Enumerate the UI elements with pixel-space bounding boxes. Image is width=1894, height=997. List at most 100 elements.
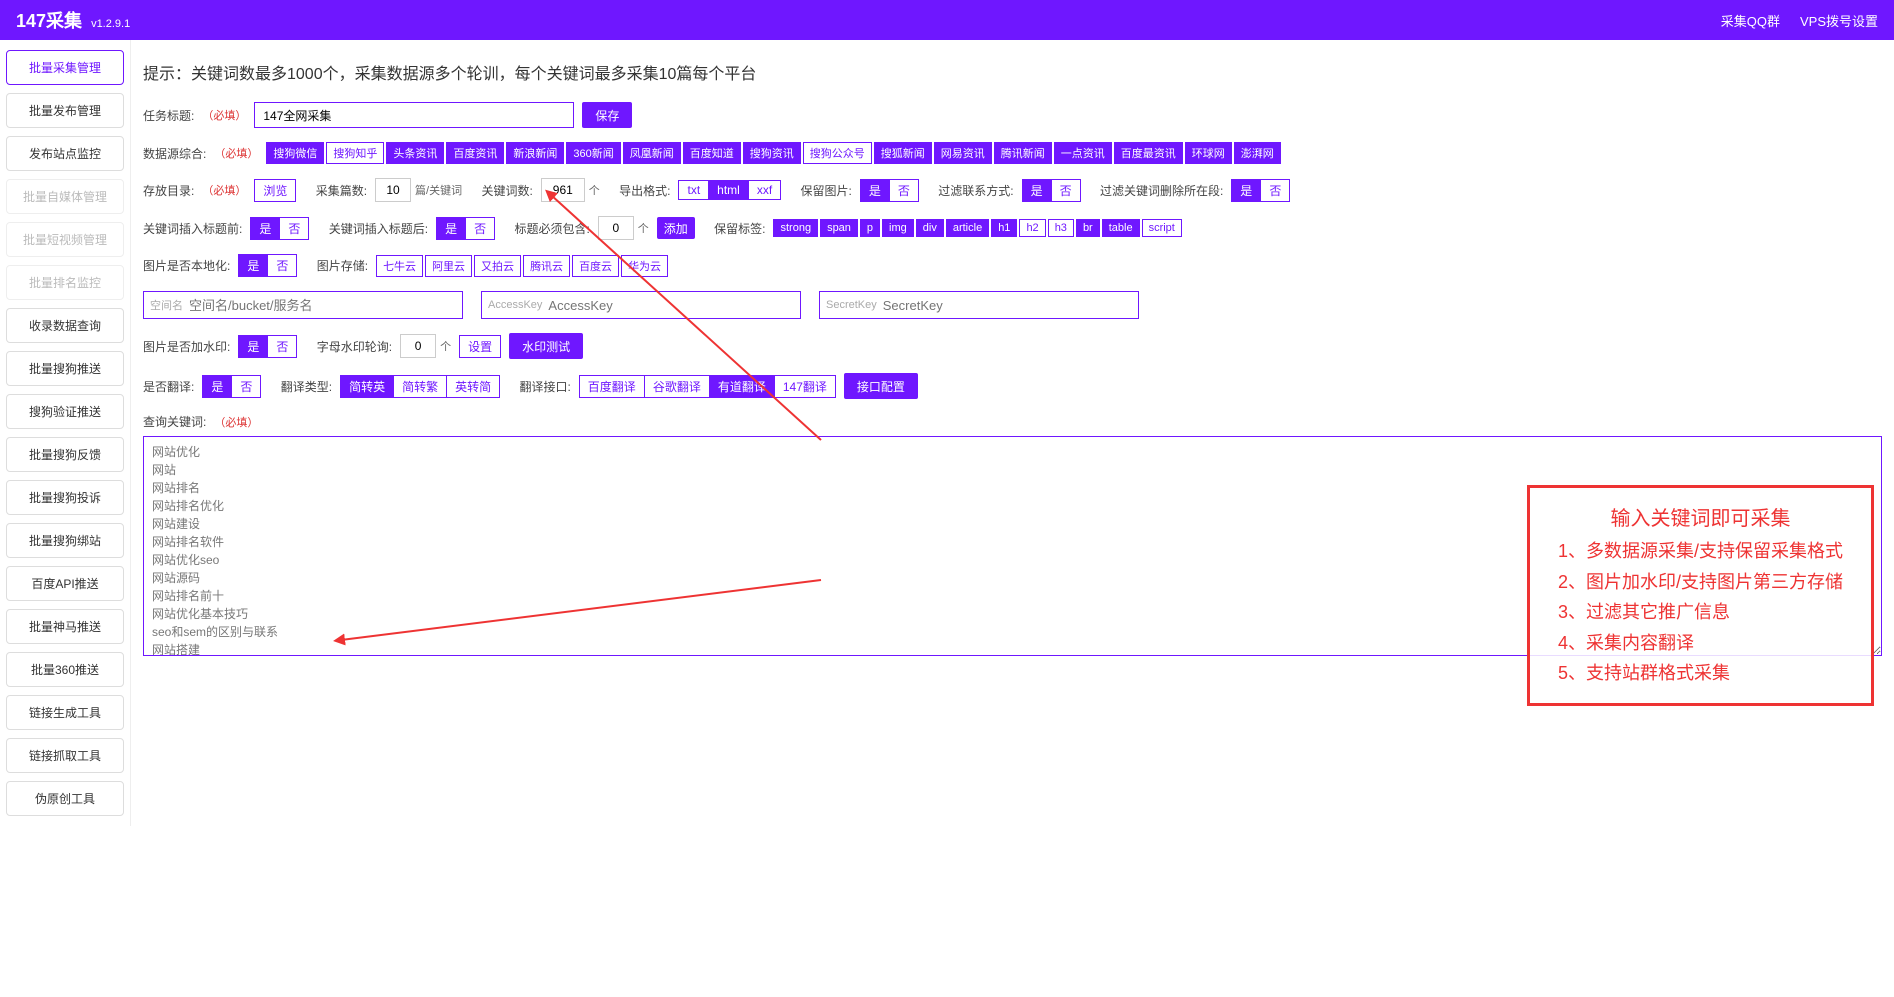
source-tag[interactable]: 网易资讯 [934,142,992,164]
filter-kw-para-group: 是否 [1231,179,1290,202]
filter-kw-para-no[interactable]: 否 [1261,179,1290,202]
kw-before-no[interactable]: 否 [280,217,309,240]
secretkey-input[interactable] [883,292,1132,318]
browse-button[interactable]: 浏览 [254,179,296,202]
alpha-set-button[interactable]: 设置 [459,335,501,358]
source-tag[interactable]: 百度最资讯 [1114,142,1183,164]
task-title-input[interactable] [254,102,574,128]
api-config-button[interactable]: 接口配置 [844,373,918,399]
source-tag[interactable]: 凤凰新闻 [623,142,681,164]
sidebar-item[interactable]: 批量360推送 [6,652,124,687]
keep-tag[interactable]: img [882,219,914,237]
source-tag[interactable]: 搜狗资讯 [743,142,801,164]
kw-after-no[interactable]: 否 [466,217,495,240]
sidebar-item[interactable]: 收录数据查询 [6,308,124,343]
sidebar-item[interactable]: 链接生成工具 [6,695,124,730]
source-tag[interactable]: 环球网 [1185,142,1232,164]
source-tag[interactable]: 澎湃网 [1234,142,1281,164]
filter-kw-para-yes[interactable]: 是 [1231,179,1261,202]
sidebar-item[interactable]: 链接抓取工具 [6,738,124,773]
source-tag[interactable]: 360新闻 [566,142,620,164]
img-store-tag[interactable]: 阿里云 [425,255,472,277]
per-limit-input[interactable] [375,178,411,202]
source-tag[interactable]: 百度知道 [683,142,741,164]
img-local-yes[interactable]: 是 [238,254,268,277]
source-tag[interactable]: 腾讯新闻 [994,142,1052,164]
sidebar-item[interactable]: 批量搜狗绑站 [6,523,124,558]
topbar-link[interactable]: VPS拨号设置 [1800,11,1878,30]
keep-tag[interactable]: article [946,219,989,237]
img-store-tag[interactable]: 华为云 [621,255,668,277]
img-local-no[interactable]: 否 [268,254,297,277]
keep-tag[interactable]: h2 [1019,219,1045,237]
source-tag[interactable]: 搜狗知乎 [326,142,384,164]
topbar-link[interactable]: 采集QQ群 [1721,11,1780,30]
img-store-tag[interactable]: 七牛云 [376,255,423,277]
keep-img-yes[interactable]: 是 [860,179,890,202]
kw-count-input[interactable] [541,178,585,202]
sidebar-item[interactable]: 百度API推送 [6,566,124,601]
trans-type-choice[interactable]: 简转繁 [394,375,447,398]
translate-no[interactable]: 否 [232,375,261,398]
kw-before-yes[interactable]: 是 [250,217,280,240]
source-tag[interactable]: 搜狐新闻 [874,142,932,164]
trans-api-choice[interactable]: 谷歌翻译 [645,375,710,398]
kw-after-yes[interactable]: 是 [436,217,466,240]
source-tag[interactable]: 搜狗公众号 [803,142,872,164]
keep-tag[interactable]: table [1102,219,1140,237]
watermark-no[interactable]: 否 [268,335,297,358]
sidebar-item[interactable]: 批量搜狗反馈 [6,437,124,472]
sidebar-item[interactable]: 批量发布管理 [6,93,124,128]
export-fmt-choice[interactable]: xxf [749,180,781,200]
topbar: 147采集 v1.2.9.1 采集QQ群VPS拨号设置 [0,0,1894,40]
label-img-store: 图片存储: [317,257,368,274]
sidebar: 批量采集管理批量发布管理发布站点监控批量自媒体管理批量短视频管理批量排名监控收录… [0,40,130,826]
source-tag[interactable]: 搜狗微信 [266,142,324,164]
translate-yes[interactable]: 是 [202,375,232,398]
keep-tag[interactable]: h3 [1048,219,1074,237]
annotation-box: 输入关键词即可采集 1、多数据源采集/支持保留采集格式2、图片加水印/支持图片第… [1527,485,1874,706]
keep-tag[interactable]: br [1076,219,1100,237]
sidebar-item[interactable]: 批量搜狗投诉 [6,480,124,515]
label-filter-kw-para: 过滤关键词删除所在段: [1100,182,1223,199]
trans-api-choice[interactable]: 百度翻译 [579,375,645,398]
watermark-test-button[interactable]: 水印测试 [509,333,583,359]
keep-tag[interactable]: div [916,219,944,237]
space-input[interactable] [189,292,456,318]
source-tag[interactable]: 新浪新闻 [506,142,564,164]
keep-tag[interactable]: strong [773,219,818,237]
accesskey-input[interactable] [548,292,794,318]
filter-contact-no[interactable]: 否 [1052,179,1081,202]
trans-api-choice[interactable]: 147翻译 [775,375,836,398]
title-must-add-button[interactable]: 添加 [657,217,695,239]
filter-contact-yes[interactable]: 是 [1022,179,1052,202]
sidebar-item[interactable]: 批量搜狗推送 [6,351,124,386]
sidebar-item[interactable]: 发布站点监控 [6,136,124,171]
keep-tag[interactable]: script [1142,219,1182,237]
sidebar-item[interactable]: 批量神马推送 [6,609,124,644]
title-must-input[interactable] [598,216,634,240]
trans-type-choice[interactable]: 英转简 [447,375,500,398]
alpha-unit: 个 [440,338,451,354]
keep-tag[interactable]: h1 [991,219,1017,237]
sidebar-item[interactable]: 批量采集管理 [6,50,124,85]
img-store-tag[interactable]: 腾讯云 [523,255,570,277]
img-store-tag[interactable]: 又拍云 [474,255,521,277]
sidebar-item[interactable]: 伪原创工具 [6,781,124,816]
save-button[interactable]: 保存 [582,102,632,128]
sidebar-item[interactable]: 搜狗验证推送 [6,394,124,429]
source-tag[interactable]: 百度资讯 [446,142,504,164]
keep-tag[interactable]: p [860,219,880,237]
source-tag[interactable]: 一点资讯 [1054,142,1112,164]
source-tag[interactable]: 头条资讯 [386,142,444,164]
img-store-tag[interactable]: 百度云 [572,255,619,277]
label-trans-type: 翻译类型: [281,378,332,395]
trans-api-choice[interactable]: 有道翻译 [710,375,775,398]
keep-img-no[interactable]: 否 [890,179,919,202]
export-fmt-choice[interactable]: txt [678,180,709,200]
export-fmt-choice[interactable]: html [709,180,749,200]
watermark-yes[interactable]: 是 [238,335,268,358]
trans-type-choice[interactable]: 简转英 [340,375,394,398]
keep-tag[interactable]: span [820,219,858,237]
alpha-round-input[interactable] [400,334,436,358]
